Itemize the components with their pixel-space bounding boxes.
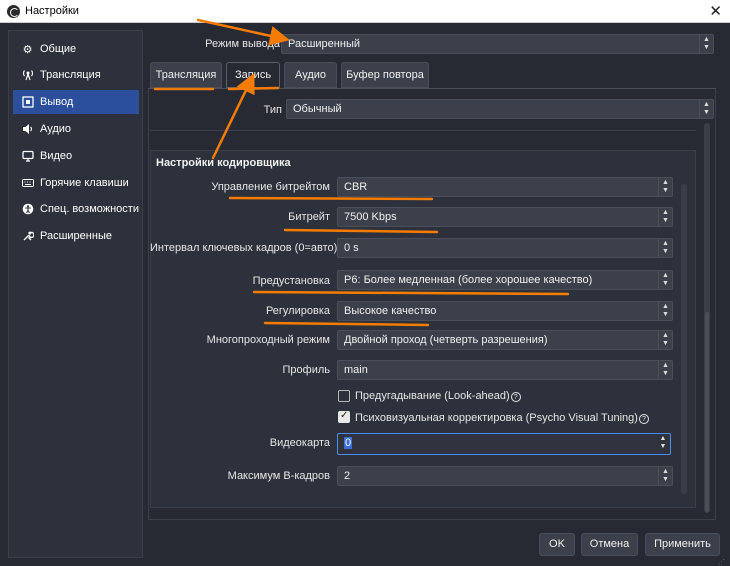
bframes-value: 2 <box>344 470 351 482</box>
bitrate-spinbox[interactable]: 7500 Kbps ▲ ▼ <box>337 207 673 227</box>
tuning-select[interactable]: Высокое качество ▲ ▼ <box>337 301 673 321</box>
spin-arrows-icon[interactable]: ▲ ▼ <box>658 239 672 257</box>
sidebar-item-label: Общие <box>40 43 77 55</box>
multipass-value: Двойной проход (четверть разрешения) <box>344 334 548 346</box>
sidebar-item-stream[interactable]: Трансляция <box>13 63 139 87</box>
sidebar-item-label: Вывод <box>40 96 74 108</box>
tuning-label: Регулировка <box>265 305 330 317</box>
profile-select[interactable]: main ▲ ▼ <box>337 360 673 380</box>
keyframe-value: 0 s <box>344 242 359 254</box>
keyboard-icon <box>21 177 34 190</box>
rate-control-label: Управление битрейтом <box>211 181 330 193</box>
sidebar-item-label: Спец. возможности <box>40 203 139 215</box>
accessibility-icon <box>21 203 34 216</box>
sidebar-item-advanced[interactable]: Расширенные <box>13 224 139 248</box>
lookahead-label: Предугадывание (Look-ahead)? <box>355 390 521 402</box>
keyframe-spinbox[interactable]: 0 s ▲ ▼ <box>337 238 673 258</box>
bitrate-label: Битрейт <box>288 211 330 223</box>
inner-scrollbar-track[interactable] <box>681 184 687 494</box>
sidebar-item-label: Расширенные <box>40 230 112 242</box>
keyframe-label: Интервал ключевых кадров (0=авто) <box>150 242 338 254</box>
wrench-icon <box>21 230 34 243</box>
preset-select[interactable]: P6: Более медленная (более хорошее качес… <box>337 270 673 290</box>
chevron-updown-icon: ▲ ▼ <box>658 331 672 349</box>
spin-arrows-icon[interactable]: ▲ ▼ <box>656 434 670 454</box>
multipass-label: Многопроходный режим <box>206 334 330 346</box>
gpu-value: 0 <box>344 437 353 449</box>
rate-control-value: CBR <box>344 181 368 193</box>
sidebar-item-label: Аудио <box>40 123 72 135</box>
output-icon <box>21 96 34 109</box>
help-icon[interactable]: ? <box>510 392 521 402</box>
gpu-label: Видеокарта <box>269 437 330 449</box>
lookahead-checkbox[interactable] <box>338 390 350 402</box>
profile-value: main <box>344 364 368 376</box>
multipass-select[interactable]: Двойной проход (четверть разрешения) ▲ ▼ <box>337 330 673 350</box>
profile-label: Профиль <box>282 364 331 376</box>
chevron-updown-icon: ▲ ▼ <box>699 35 713 53</box>
chevron-updown-icon: ▲ ▼ <box>658 361 672 379</box>
chevron-updown-icon: ▲ ▼ <box>658 271 672 289</box>
ok-button[interactable]: OK <box>539 533 575 556</box>
gear-icon: ⚙ <box>22 43 33 56</box>
settings-sidebar: ⚙ Общие Трансляция Вывод Аудио Видео Гор… <box>8 30 143 558</box>
chevron-updown-icon: ▲ ▼ <box>658 302 672 320</box>
sidebar-item-general[interactable]: ⚙ Общие <box>13 37 139 61</box>
window-title: Настройки <box>25 5 79 17</box>
obs-logo-icon <box>7 5 20 18</box>
speaker-icon <box>21 123 34 136</box>
output-mode-value: Расширенный <box>288 38 360 50</box>
psycho-visual-checkbox[interactable] <box>338 410 350 423</box>
output-mode-label: Режим вывода <box>205 38 280 50</box>
cancel-button[interactable]: Отмена <box>581 533 638 556</box>
psycho-visual-label: Психовизуальная корректировка (Psycho Vi… <box>355 412 649 424</box>
monitor-icon <box>21 150 34 163</box>
separator <box>150 130 696 131</box>
close-icon[interactable]: ✕ <box>709 2 722 20</box>
rate-control-select[interactable]: CBR ▲ ▼ <box>337 177 673 197</box>
type-select[interactable]: Обычный ▲ ▼ <box>286 99 714 119</box>
apply-button[interactable]: Применить <box>645 533 720 556</box>
antenna-icon <box>21 69 34 82</box>
sidebar-item-output[interactable]: Вывод <box>13 90 139 114</box>
help-icon[interactable]: ? <box>638 414 649 424</box>
sidebar-item-audio[interactable]: Аудио <box>13 117 139 141</box>
preset-label: Предустановка <box>252 275 330 287</box>
sidebar-item-label: Горячие клавиши <box>40 177 129 189</box>
outer-scrollbar-thumb[interactable] <box>705 312 709 512</box>
bitrate-value: 7500 Kbps <box>344 211 397 223</box>
sidebar-item-video[interactable]: Видео <box>13 144 139 168</box>
tab-audio[interactable]: Аудио <box>284 62 337 88</box>
tuning-value: Высокое качество <box>344 305 437 317</box>
tab-divider <box>148 88 716 89</box>
encoder-section-title: Настройки кодировщика <box>156 157 291 169</box>
sidebar-item-label: Трансляция <box>40 69 101 81</box>
title-bar: Настройки ✕ <box>0 0 730 23</box>
chevron-updown-icon: ▲ ▼ <box>699 100 713 118</box>
output-mode-select[interactable]: Расширенный ▲ ▼ <box>281 34 714 54</box>
tab-stream[interactable]: Трансляция <box>150 62 222 88</box>
bframes-label: Максимум B-кадров <box>227 470 330 482</box>
sidebar-item-hotkeys[interactable]: Горячие клавиши <box>13 171 139 195</box>
bframes-spinbox[interactable]: 2 ▲ ▼ <box>337 466 673 486</box>
gpu-spinbox[interactable]: 0 ▲ ▼ <box>337 433 671 455</box>
tab-replay-buffer[interactable]: Буфер повтора <box>341 62 429 88</box>
type-value: Обычный <box>293 103 342 115</box>
chevron-updown-icon: ▲ ▼ <box>658 178 672 196</box>
type-label: Тип <box>263 104 282 116</box>
sidebar-item-label: Видео <box>40 150 73 162</box>
spin-arrows-icon[interactable]: ▲ ▼ <box>658 467 672 485</box>
preset-value: P6: Более медленная (более хорошее качес… <box>344 274 593 286</box>
sidebar-item-accessibility[interactable]: Спец. возможности <box>13 197 139 221</box>
resize-grip-icon[interactable]: ⋰ <box>718 558 728 566</box>
tab-recording[interactable]: Запись <box>226 62 280 88</box>
spin-arrows-icon[interactable]: ▲ ▼ <box>658 208 672 226</box>
